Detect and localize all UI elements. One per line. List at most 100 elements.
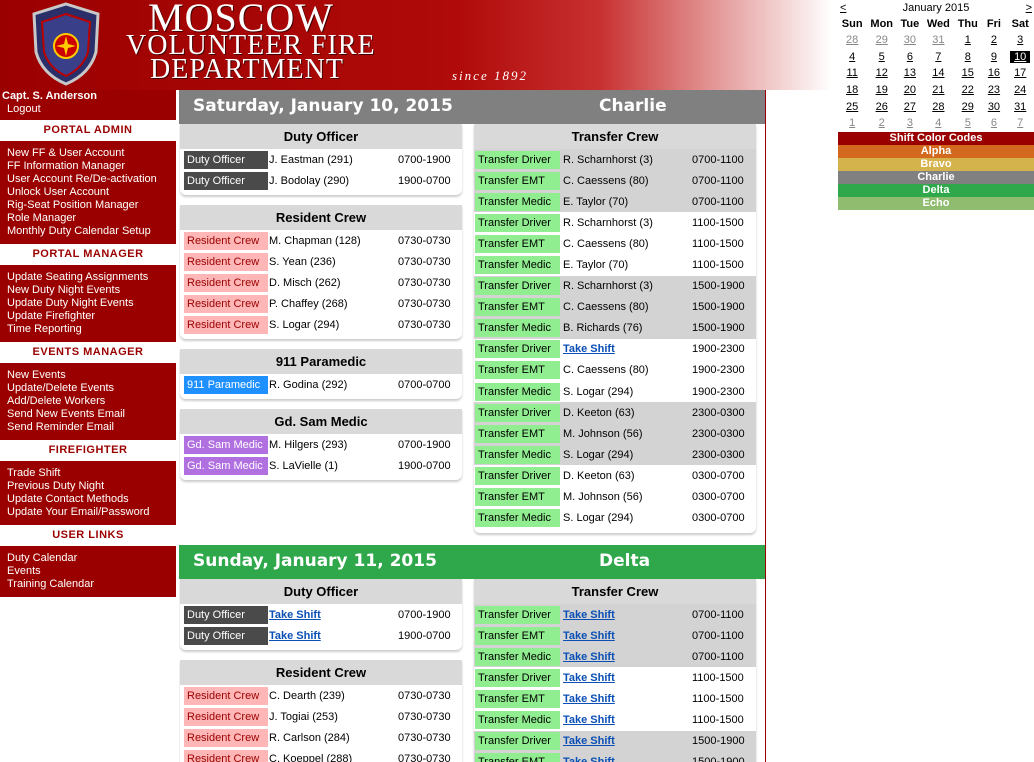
calendar-day-link[interactable]: 1 [962,34,974,46]
menu-item[interactable]: Update Contact Methods [7,493,176,506]
calendar-day-link[interactable]: 4 [846,51,858,63]
shift-time: 0700-1900 [398,153,451,166]
box-title: Duty Officer [180,579,462,604]
calendar-day-link[interactable]: 21 [929,84,947,96]
calendar-next-month-link[interactable]: > [1026,0,1032,16]
calendar-day-link[interactable]: 18 [843,84,861,96]
menu-item[interactable]: Rig-Seat Position Manager [7,199,176,212]
calendar-day-link[interactable]: 31 [1011,101,1029,113]
calendar-day-link[interactable]: 6 [904,51,916,63]
calendar-day-link[interactable]: 7 [1014,117,1026,129]
assigned-person: C. Caessens (80) [563,174,649,187]
calendar-day-link[interactable]: 8 [962,51,974,63]
take-shift-link[interactable]: Take Shift [563,756,615,762]
transfer-row: Transfer EMT C. Caessens (80) 0700-1100 [474,170,756,192]
calendar-day-link[interactable]: 4 [932,117,944,129]
calendar-day-cell: 27 [897,98,923,115]
assigned-person: D. Keeton (63) [563,469,635,482]
calendar-weekday: Tue [900,18,920,30]
calendar-day-link[interactable]: 5 [962,117,974,129]
menu-item[interactable]: Training Calendar [7,578,176,591]
calendar-day-link[interactable]: 11 [843,67,860,79]
menu-item[interactable]: Events [7,565,176,578]
menu-item[interactable]: Add/Delete Workers [7,395,176,408]
menu-item[interactable]: Send New Events Email [7,408,176,421]
calendar-day-link[interactable]: 26 [873,101,891,113]
calendar-day-selected[interactable]: 10 [1010,50,1031,63]
calendar-day-link[interactable]: 25 [843,101,861,113]
calendar-day-link[interactable]: 15 [959,67,977,79]
menu-item[interactable]: New Events [7,369,176,382]
calendar-day-link[interactable]: 29 [873,34,891,46]
assigned-person: M. Johnson (56) [563,427,643,440]
menu-item[interactable]: Monthly Duty Calendar Setup [7,225,176,238]
menu-item[interactable]: Unlock User Account [7,186,176,199]
calendar-day-link[interactable]: 30 [901,34,919,46]
menu-item[interactable]: Role Manager [7,212,176,225]
calendar-day-link[interactable]: 9 [988,51,1000,63]
shift-time: 1900-0700 [398,459,451,472]
menu-item[interactable]: Time Reporting [7,323,176,336]
calendar-day-link[interactable]: 6 [988,117,1000,129]
menu-item[interactable]: New Duty Night Events [7,284,176,297]
calendar-day-link[interactable]: 12 [873,67,891,79]
menu-item[interactable]: Update Seating Assignments [7,271,176,284]
calendar-day-link[interactable]: 31 [929,34,947,46]
shift-time: 1900-2300 [692,364,745,377]
calendar-day-link[interactable]: 20 [901,84,919,96]
logout-link[interactable]: Logout [7,103,41,115]
menu-item[interactable]: Update Your Email/Password [7,506,176,519]
calendar-day-link[interactable]: 2 [988,34,1000,46]
calendar-day-link[interactable]: 2 [876,117,888,129]
calendar-day-link[interactable]: 24 [1011,84,1029,96]
menu-item[interactable]: Update/Delete Events [7,382,176,395]
calendar-day-link[interactable]: 1 [846,117,858,129]
calendar-day-link[interactable]: 27 [901,101,919,113]
menu-item[interactable]: FF Information Manager [7,160,176,173]
transfer-role-label: Transfer Medic [475,647,560,666]
calendar-day-link[interactable]: 16 [985,67,1003,79]
header-since: since 1892 [452,68,528,83]
menu-item[interactable]: Previous Duty Night [7,480,176,493]
calendar-day-link[interactable]: 30 [985,101,1003,113]
calendar-day-link[interactable]: 7 [932,51,944,63]
calendar-day-link[interactable]: 17 [1011,67,1029,79]
menu-item[interactable]: Update Firefighter [7,310,176,323]
take-shift-link[interactable]: Take Shift [563,672,615,684]
take-shift-link[interactable]: Take Shift [269,609,321,621]
role-label: Duty Officer [184,171,268,190]
menu-item[interactable]: User Account Re/De-activation [7,173,176,186]
take-shift-link[interactable]: Take Shift [563,630,615,642]
calendar-day-link[interactable]: 5 [876,51,888,63]
calendar-day-link[interactable]: 23 [985,84,1003,96]
take-shift-link[interactable]: Take Shift [563,693,615,705]
role-label: Resident Crew [184,252,268,271]
take-shift-link[interactable]: Take Shift [563,651,615,663]
calendar-day-link[interactable]: 28 [929,101,947,113]
shift-time: 1900-2300 [692,385,745,398]
transfer-row: Transfer Driver D. Keeton (63) 2300-0300 [474,402,756,424]
calendar-day-link[interactable]: 19 [873,84,891,96]
calendar-day-link[interactable]: 29 [959,101,977,113]
take-shift-link[interactable]: Take Shift [563,609,615,621]
calendar-day-link[interactable]: 3 [904,117,916,129]
calendar-day-link[interactable]: 22 [959,84,977,96]
take-shift-link[interactable]: Take Shift [563,735,615,747]
menu-item[interactable]: New FF & User Account [7,147,176,160]
calendar-day-link[interactable]: 14 [929,67,947,79]
assigned-person: E. Taylor (70) [563,259,629,272]
take-shift-link[interactable]: Take Shift [563,714,615,726]
calendar-day-link[interactable]: 28 [843,34,861,46]
menu-item[interactable]: Duty Calendar [7,552,176,565]
shift-time: 1500-1900 [692,756,745,762]
calendar-day-link[interactable]: 13 [901,67,919,79]
calendar-day-link[interactable]: 3 [1014,34,1026,46]
transfer-row: Transfer EMT M. Johnson (56) 2300-0300 [474,423,756,445]
shift-time: 1500-1900 [692,735,745,748]
take-shift-link[interactable]: Take Shift [269,630,321,642]
menu-item[interactable]: Update Duty Night Events [7,297,176,310]
menu-item[interactable]: Send Reminder Email [7,421,176,434]
menu-item[interactable]: Trade Shift [7,467,176,480]
calendar-prev-month-link[interactable]: < [840,0,846,16]
take-shift-link[interactable]: Take Shift [563,343,615,355]
